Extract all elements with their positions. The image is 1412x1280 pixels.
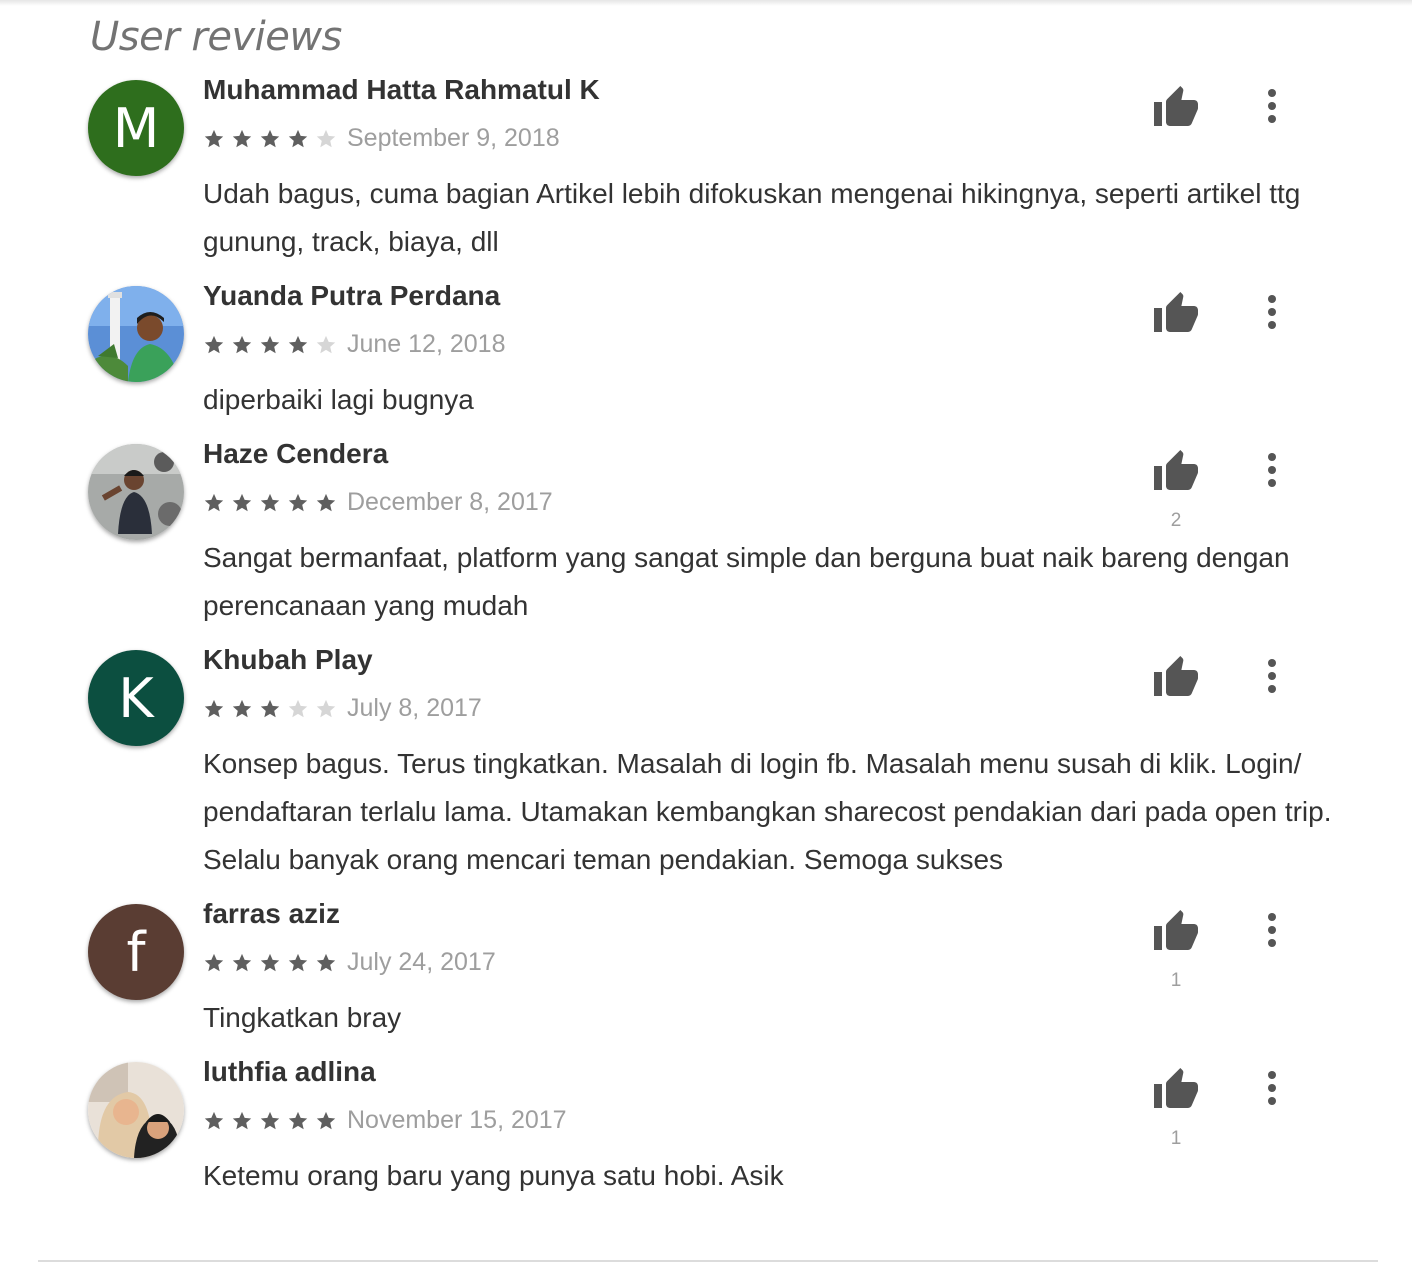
review-text: Sangat bermanfaat, platform yang sangat … xyxy=(203,542,1290,621)
review-meta: June 12, 2018 xyxy=(203,330,505,359)
star-filled-icon xyxy=(260,699,280,717)
review-text: Ketemu orang baru yang punya satu hobi. … xyxy=(203,1160,784,1191)
like-count: 2 xyxy=(1170,510,1182,531)
star-rating xyxy=(203,492,337,514)
more-options-icon[interactable] xyxy=(1256,294,1288,330)
bottom-divider xyxy=(38,1260,1378,1262)
review-text: Tingkatkan bray xyxy=(203,1002,402,1033)
review-date: November 15, 2017 xyxy=(347,1106,567,1134)
star-rating xyxy=(203,334,337,356)
reviewer-name: farras aziz xyxy=(203,898,340,929)
review-date: September 9, 2018 xyxy=(347,124,560,152)
avatar-letter: K xyxy=(118,666,154,730)
star-filled-icon xyxy=(288,1111,308,1129)
review-date: July 8, 2017 xyxy=(347,694,482,722)
avatar-photo xyxy=(88,1062,184,1158)
star-filled-icon xyxy=(232,699,252,717)
review-date: June 12, 2018 xyxy=(347,330,506,358)
star-filled-icon xyxy=(260,953,280,971)
star-filled-icon xyxy=(288,953,308,971)
star-filled-icon xyxy=(204,699,224,717)
more-options-icon[interactable] xyxy=(1256,88,1288,124)
more-options-icon[interactable] xyxy=(1256,658,1288,694)
star-rating xyxy=(203,698,337,720)
star-rating xyxy=(203,952,337,974)
star-empty-icon xyxy=(316,335,336,353)
star-filled-icon xyxy=(260,129,280,147)
reviewer-name: Haze Cendera xyxy=(203,438,389,469)
review-date: December 8, 2017 xyxy=(347,488,553,516)
star-filled-icon xyxy=(204,493,224,511)
reviewer-name: Yuanda Putra Perdana xyxy=(203,280,501,311)
review-meta: July 24, 2017 xyxy=(203,948,496,977)
review-text: diperbaiki lagi bugnya xyxy=(203,384,474,415)
more-options-icon[interactable] xyxy=(1256,452,1288,488)
star-filled-icon xyxy=(232,493,252,511)
avatar[interactable]: K xyxy=(88,650,184,746)
star-filled-icon xyxy=(316,953,336,971)
more-options-icon[interactable] xyxy=(1256,1070,1288,1106)
star-filled-icon xyxy=(288,493,308,511)
thumbs-up-icon[interactable] xyxy=(1150,448,1202,496)
reviewer-name: luthfia adlina xyxy=(203,1056,376,1087)
avatar-letter: f xyxy=(126,920,146,984)
review-meta: July 8, 2017 xyxy=(203,694,482,723)
avatar-photo xyxy=(88,444,184,540)
like-count: 1 xyxy=(1170,1128,1182,1149)
thumbs-up-icon[interactable] xyxy=(1150,290,1202,338)
top-shadow xyxy=(0,0,1412,6)
star-filled-icon xyxy=(260,1111,280,1129)
reviewer-name: Khubah Play xyxy=(203,644,373,675)
review-meta: September 9, 2018 xyxy=(203,124,560,153)
star-filled-icon xyxy=(288,129,308,147)
avatar-letter: M xyxy=(112,96,160,160)
thumbs-up-icon[interactable] xyxy=(1150,654,1202,702)
star-empty-icon xyxy=(288,699,308,717)
avatar[interactable]: M xyxy=(88,80,184,176)
star-filled-icon xyxy=(204,335,224,353)
star-filled-icon xyxy=(288,335,308,353)
more-options-icon[interactable] xyxy=(1256,912,1288,948)
star-filled-icon xyxy=(204,129,224,147)
thumbs-up-icon[interactable] xyxy=(1150,908,1202,956)
review-text: Konsep bagus. Terus tingkatkan. Masalah … xyxy=(203,748,1332,875)
star-filled-icon xyxy=(232,1111,252,1129)
avatar-photo xyxy=(88,286,184,382)
star-rating xyxy=(203,128,337,150)
like-count: 1 xyxy=(1170,970,1182,991)
star-empty-icon xyxy=(316,129,336,147)
section-title: User reviews xyxy=(90,14,342,60)
avatar[interactable] xyxy=(88,1062,184,1158)
star-filled-icon xyxy=(260,493,280,511)
review-meta: December 8, 2017 xyxy=(203,488,553,517)
star-empty-icon xyxy=(316,699,336,717)
avatar[interactable]: f xyxy=(88,904,184,1000)
star-filled-icon xyxy=(260,335,280,353)
star-rating xyxy=(203,1110,337,1132)
avatar[interactable] xyxy=(88,286,184,382)
star-filled-icon xyxy=(204,953,224,971)
review-text: Udah bagus, cuma bagian Artikel lebih di… xyxy=(203,178,1301,257)
star-filled-icon xyxy=(316,1111,336,1129)
star-filled-icon xyxy=(232,335,252,353)
thumbs-up-icon[interactable] xyxy=(1150,84,1202,132)
star-filled-icon xyxy=(232,129,252,147)
reviewer-name: Muhammad Hatta Rahmatul K xyxy=(203,74,600,105)
star-filled-icon xyxy=(204,1111,224,1129)
review-meta: November 15, 2017 xyxy=(203,1106,567,1135)
avatar[interactable] xyxy=(88,444,184,540)
review-date: July 24, 2017 xyxy=(347,948,496,976)
thumbs-up-icon[interactable] xyxy=(1150,1066,1202,1114)
star-filled-icon xyxy=(232,953,252,971)
star-filled-icon xyxy=(316,493,336,511)
